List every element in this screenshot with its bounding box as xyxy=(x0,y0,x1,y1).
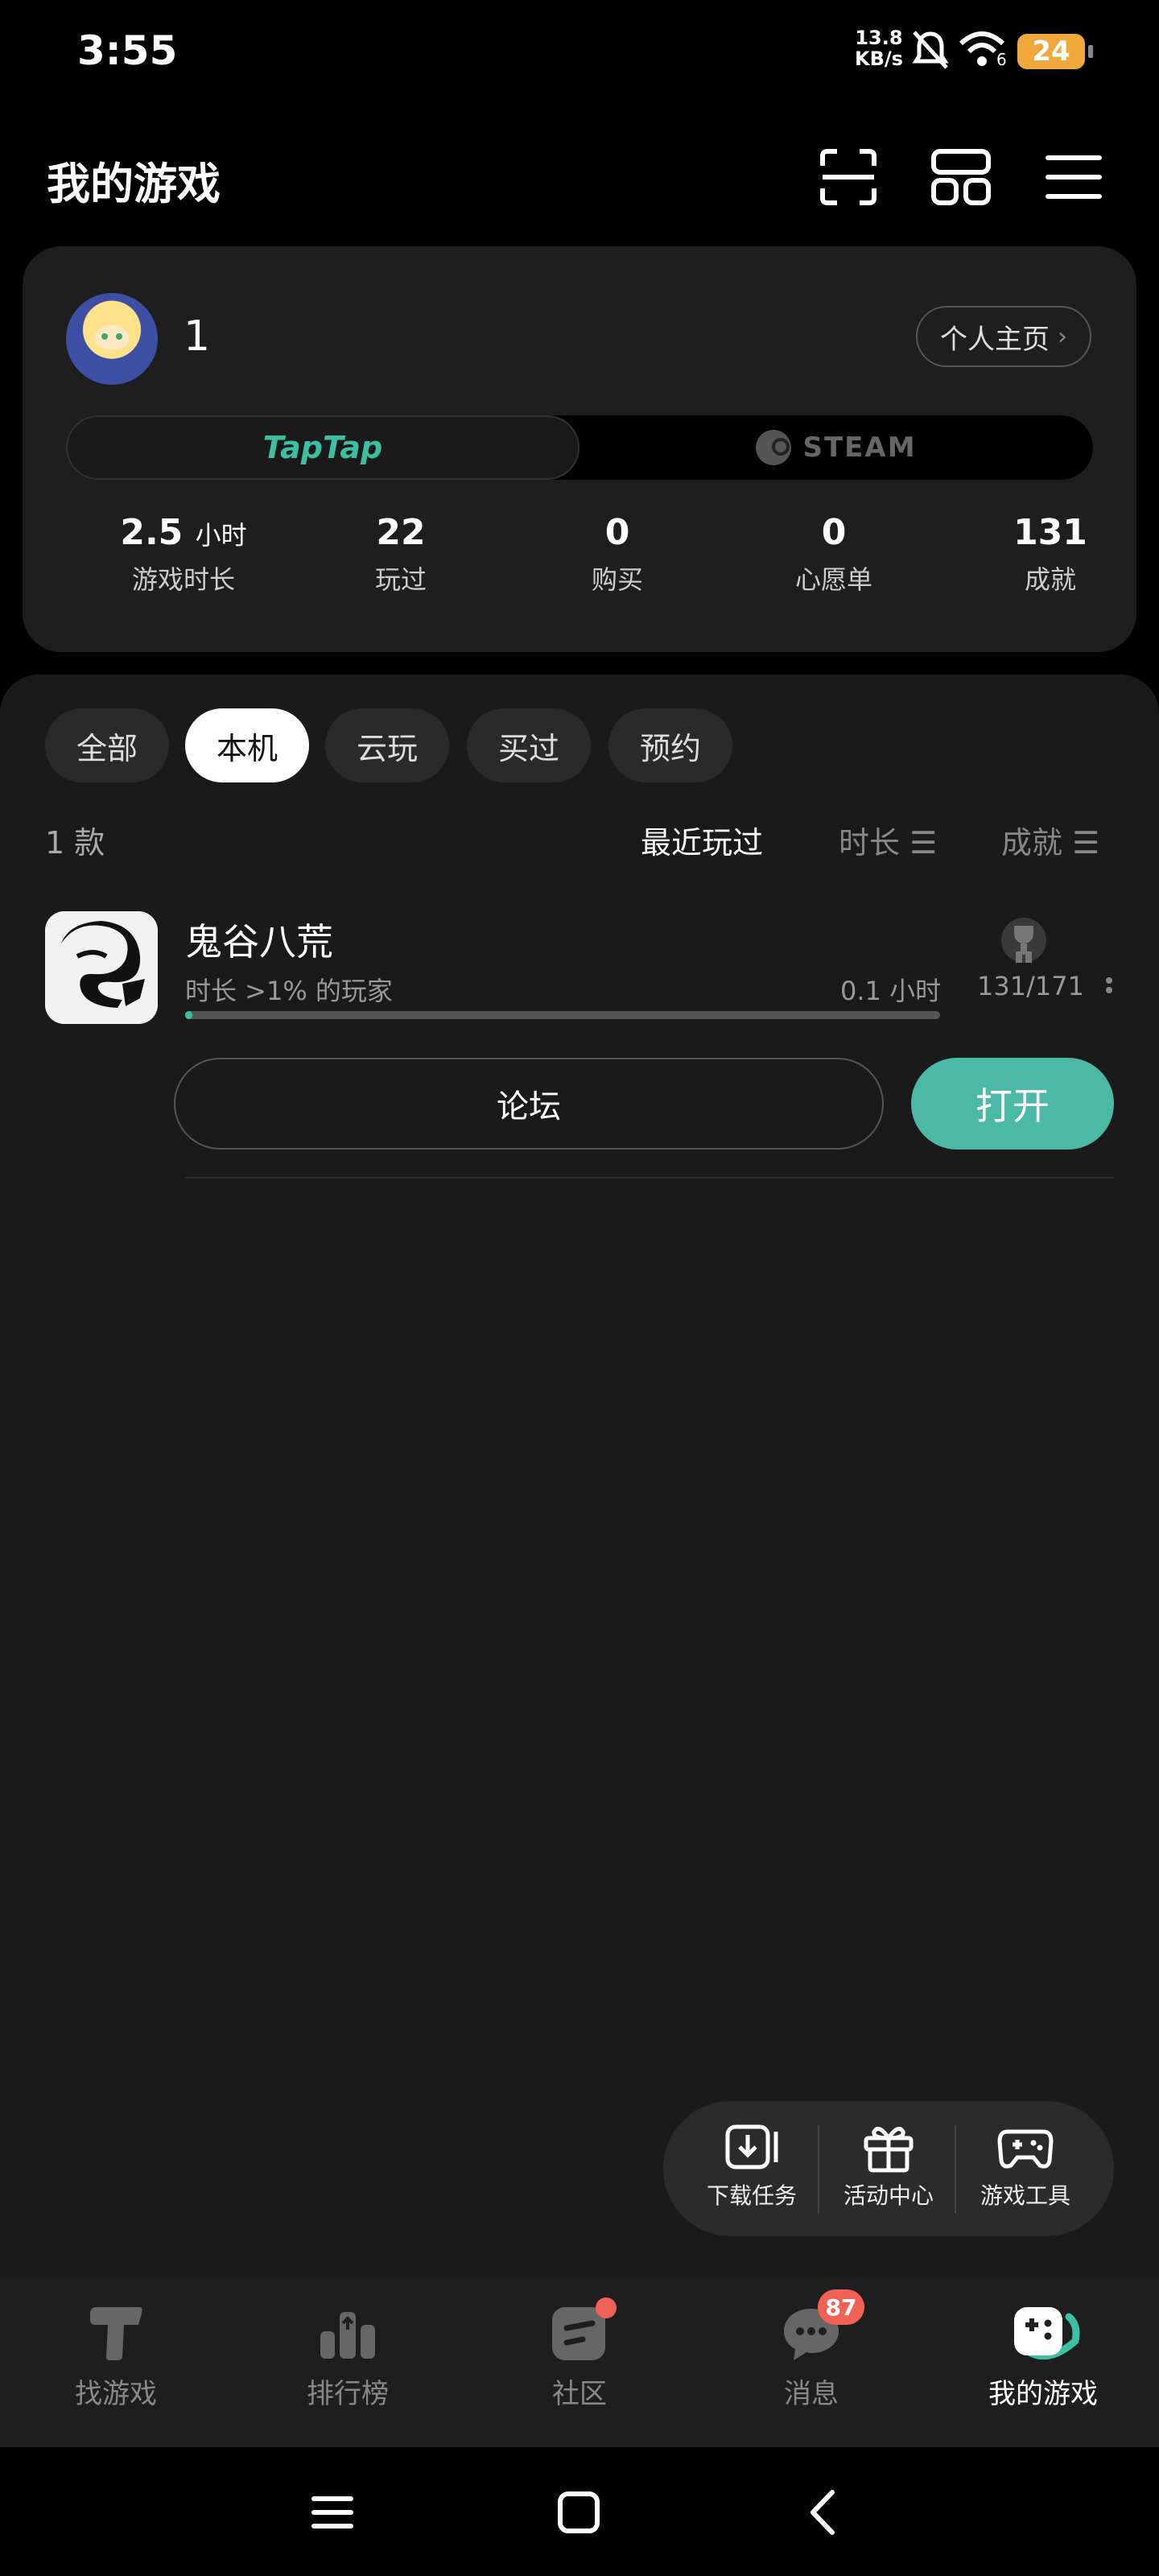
stat-purchased[interactable]: 0 购买 xyxy=(521,512,714,597)
play-time-progress-fill xyxy=(185,1011,193,1019)
status-time: 3:55 xyxy=(77,27,178,74)
sort-achievement[interactable]: 成就 ☰ xyxy=(1001,818,1099,862)
stat-value: 131 xyxy=(1013,512,1087,553)
back-icon[interactable] xyxy=(797,2484,853,2541)
stat-value: 22 xyxy=(376,512,426,553)
dragon-logo-icon xyxy=(45,911,158,1024)
stat-wishlist[interactable]: 0 心愿单 xyxy=(737,512,930,597)
find-games-icon xyxy=(90,2307,142,2360)
tool-label: 下载任务 xyxy=(706,2182,797,2209)
scan-icon[interactable] xyxy=(816,145,881,209)
recents-icon[interactable] xyxy=(304,2484,361,2541)
stat-label: 成就 xyxy=(1024,564,1076,595)
sort-duration[interactable]: 时长 ☰ xyxy=(839,818,937,862)
steam-logo-icon xyxy=(756,430,792,465)
menu-icon[interactable] xyxy=(1041,145,1106,209)
user-name[interactable]: 1 xyxy=(184,312,210,361)
tab-taptap[interactable]: TapTap xyxy=(66,415,580,480)
filter-chip-cloud[interactable]: 云玩 xyxy=(325,708,449,782)
game-list-panel xyxy=(0,675,1159,2277)
my-games-icon xyxy=(1014,2307,1080,2359)
nav-ranking[interactable]: 排行榜 xyxy=(267,2301,428,2411)
filter-chip-bought[interactable]: 买过 xyxy=(467,708,591,782)
stat-unit: 小时 xyxy=(195,520,247,551)
tool-separator xyxy=(955,2125,956,2214)
nav-community[interactable]: 社区 xyxy=(499,2297,660,2411)
download-tasks-button[interactable]: 下载任务 xyxy=(684,2120,819,2211)
nav-my-games[interactable]: 我的游戏 xyxy=(963,2301,1124,2411)
row-divider xyxy=(185,1177,1114,1179)
steam-label: STEAM xyxy=(802,431,917,464)
nav-messages[interactable]: 87 消息 xyxy=(731,2289,892,2411)
nav-label: 消息 xyxy=(784,2378,839,2410)
stat-value: 0 xyxy=(821,512,847,553)
stat-label: 玩过 xyxy=(374,564,427,595)
profile-page-label: 个人主页 xyxy=(940,323,1050,356)
game-title[interactable]: 鬼谷八荒 xyxy=(185,913,333,966)
game-count: 1 款 xyxy=(45,825,105,861)
game-achievements: 131/171 xyxy=(977,971,1084,1001)
filter-chip-all[interactable]: 全部 xyxy=(45,708,169,782)
tool-label: 活动中心 xyxy=(843,2182,934,2209)
avatar[interactable] xyxy=(66,293,158,385)
bottom-nav: 找游戏 排行榜 社区 87 消息 我的游戏 xyxy=(0,2277,1159,2447)
nav-label: 排行榜 xyxy=(307,2378,389,2410)
gift-icon xyxy=(864,2126,914,2173)
stat-value: 2.5 xyxy=(120,512,184,553)
mute-bell-icon xyxy=(912,31,949,69)
game-tools-button[interactable]: 游戏工具 xyxy=(958,2120,1093,2211)
activity-center-button[interactable]: 活动中心 xyxy=(821,2120,956,2211)
stat-achievements[interactable]: 131 成就 xyxy=(954,512,1147,597)
home-icon[interactable] xyxy=(551,2484,607,2541)
platform-switch: TapTap STEAM xyxy=(66,415,1093,480)
message-badge: 87 xyxy=(818,2289,864,2325)
stat-label: 购买 xyxy=(591,564,643,595)
stat-label: 游戏时长 xyxy=(131,564,235,595)
tool-label: 游戏工具 xyxy=(980,2182,1070,2209)
stat-value: 0 xyxy=(604,512,630,553)
tool-separator xyxy=(818,2125,819,2214)
stats-row: 2.5 小时 游戏时长 22 玩过 0 购买 0 心愿单 131 成就 xyxy=(23,512,1136,625)
floating-tools: 下载任务 活动中心 游戏工具 xyxy=(663,2101,1114,2236)
open-game-button[interactable]: 打开 xyxy=(911,1058,1114,1150)
status-bar: 3:55 13.8 KB/s 6 24 xyxy=(0,0,1159,113)
nav-label: 社区 xyxy=(552,2378,607,2410)
nav-find-games[interactable]: 找游戏 xyxy=(35,2301,196,2411)
chevron-right-icon: › xyxy=(1058,322,1067,351)
play-time-progress xyxy=(185,1011,940,1019)
community-unread-dot xyxy=(596,2297,617,2318)
layout-grid-icon[interactable] xyxy=(929,145,993,209)
stat-played[interactable]: 22 玩过 xyxy=(304,512,497,597)
download-icon xyxy=(725,2124,778,2169)
page-title: 我的游戏 xyxy=(47,159,221,209)
filter-chip-local[interactable]: 本机 xyxy=(185,708,309,782)
forum-button[interactable]: 论坛 xyxy=(174,1058,884,1150)
nav-label: 找游戏 xyxy=(75,2378,157,2410)
trophy-icon xyxy=(1001,918,1046,963)
stat-play-time[interactable]: 2.5 小时 游戏时长 xyxy=(87,512,280,597)
ranking-icon xyxy=(320,2312,375,2359)
network-speed: 13.8 KB/s xyxy=(855,27,903,70)
profile-page-button[interactable]: 个人主页 › xyxy=(916,306,1091,367)
game-play-percentile: 时长 >1% 的玩家 xyxy=(185,976,393,1006)
game-icon[interactable] xyxy=(45,911,158,1024)
tab-steam[interactable]: STEAM xyxy=(580,415,1093,480)
wifi-sub-label: 6 xyxy=(996,50,1007,69)
filter-chip-reserved[interactable]: 预约 xyxy=(608,708,732,782)
nav-label: 我的游戏 xyxy=(988,2378,1098,2410)
game-play-hours: 0.1 小时 xyxy=(840,976,942,1006)
stat-label: 心愿单 xyxy=(794,564,872,595)
more-options-icon[interactable] xyxy=(1104,974,1114,1001)
battery-indicator: 24 xyxy=(1017,34,1093,69)
sort-recent[interactable]: 最近玩过 xyxy=(641,818,763,862)
profile-card: 1 个人主页 › TapTap STEAM 2.5 小时 游戏时长 22 玩过 … xyxy=(23,246,1136,652)
system-nav-bar xyxy=(0,2447,1159,2576)
gamepad-icon xyxy=(997,2129,1054,2169)
